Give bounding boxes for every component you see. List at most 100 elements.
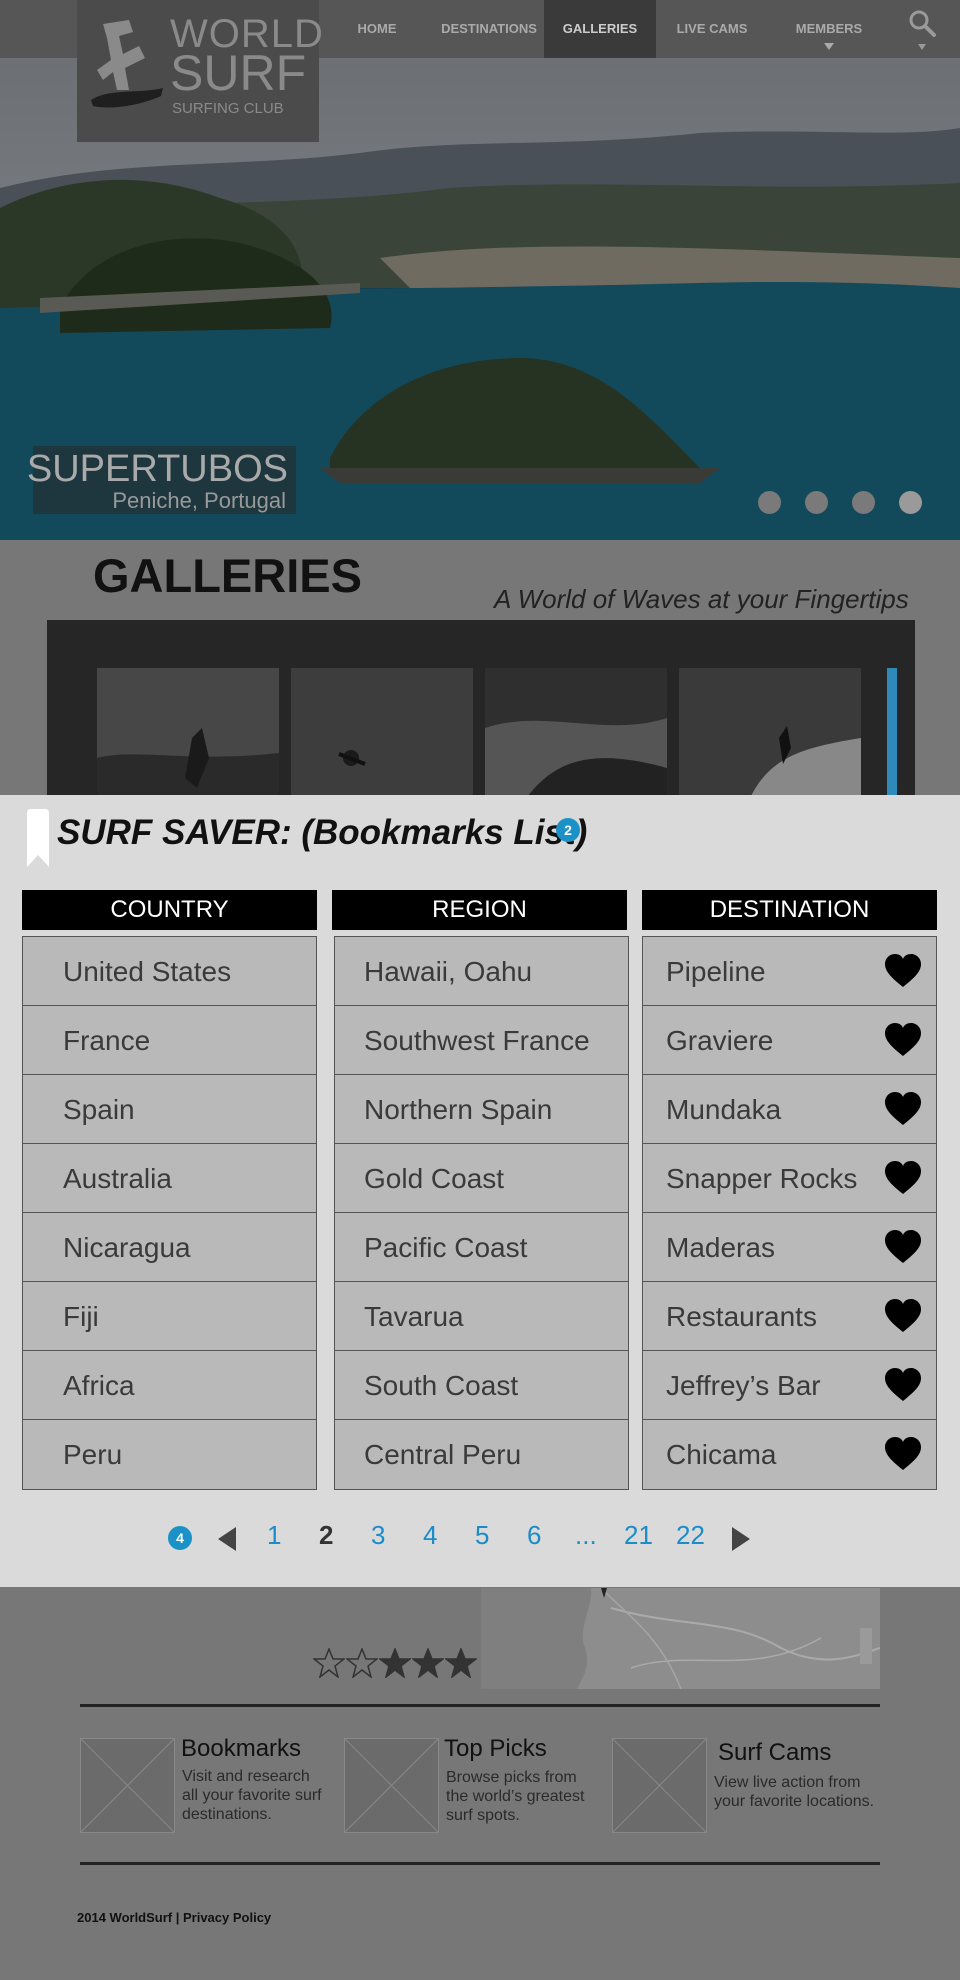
page-link[interactable]: 6 (527, 1520, 541, 1551)
country-item[interactable]: France (23, 1006, 316, 1075)
chevron-down-icon (824, 43, 834, 50)
star-icon[interactable] (313, 1648, 345, 1678)
gallery-photo-3 (485, 668, 667, 800)
nav-members-label: MEMBERS (795, 21, 863, 36)
destination-item[interactable]: Chicama (643, 1420, 936, 1489)
gallery-photo-1 (97, 668, 279, 800)
country-list: United States France Spain Australia Nic… (22, 936, 317, 1490)
country-item[interactable]: United States (23, 937, 316, 1006)
region-item[interactable]: Northern Spain (335, 1075, 628, 1144)
country-item[interactable]: Australia (23, 1144, 316, 1213)
destination-item[interactable]: Mundaka (643, 1075, 936, 1144)
nav-home[interactable]: HOME (343, 0, 411, 58)
heart-icon[interactable] (884, 1299, 922, 1333)
star-icon[interactable] (412, 1648, 444, 1678)
column-header-region: REGION (332, 890, 627, 930)
column-header-country: COUNTRY (22, 890, 317, 930)
region-item[interactable]: Gold Coast (335, 1144, 628, 1213)
next-arrow-icon[interactable] (730, 1526, 752, 1552)
column-header-destination: DESTINATION (642, 890, 937, 930)
destination-item[interactable]: Pipeline (643, 937, 936, 1006)
feature-image-top-picks[interactable] (344, 1738, 439, 1833)
feature-title-surf-cams[interactable]: Surf Cams (718, 1739, 831, 1767)
slide-dot-1[interactable] (758, 491, 781, 514)
gallery-scrollbar[interactable] (887, 668, 897, 798)
destination-item[interactable]: Jeffrey’s Bar (643, 1351, 936, 1420)
page-ellipsis: ... (575, 1520, 597, 1550)
heart-icon[interactable] (884, 1437, 922, 1471)
nav-live-cams[interactable]: LIVE CAMS (668, 0, 756, 58)
page-link[interactable]: 21 (624, 1520, 653, 1551)
heart-icon[interactable] (884, 954, 922, 988)
destination-label: Restaurants (666, 1301, 817, 1332)
heart-icon[interactable] (884, 1092, 922, 1126)
heart-icon[interactable] (884, 1161, 922, 1195)
page-link[interactable]: 1 (267, 1520, 281, 1551)
pagination-badge: 4 (168, 1526, 192, 1550)
destination-label: Graviere (666, 1025, 774, 1056)
page-link[interactable]: 3 (371, 1520, 385, 1551)
feature-image-bookmarks[interactable] (80, 1738, 175, 1833)
region-item[interactable]: Hawaii, Oahu (335, 937, 628, 1006)
star-icon[interactable] (346, 1648, 378, 1678)
site-logo[interactable]: WORLD SURF SURFING CLUB (77, 0, 323, 142)
page-link-current[interactable]: 2 (319, 1520, 333, 1551)
gallery-thumb-2[interactable] (291, 668, 473, 800)
heart-icon[interactable] (884, 1023, 922, 1057)
logo-word-surf: SURF (170, 45, 307, 101)
region-item[interactable]: South Coast (335, 1351, 628, 1420)
hero-title: SUPERTUBOS (26, 448, 288, 490)
country-item[interactable]: Africa (23, 1351, 316, 1420)
heart-icon[interactable] (884, 1230, 922, 1264)
region-list: Hawaii, Oahu Southwest France Northern S… (334, 936, 629, 1490)
prev-arrow-icon[interactable] (216, 1526, 238, 1552)
feature-desc-line: Browse picks from (446, 1769, 577, 1786)
star-icon[interactable] (445, 1648, 477, 1678)
destination-item[interactable]: Maderas (643, 1213, 936, 1282)
region-item[interactable]: Southwest France (335, 1006, 628, 1075)
location-map[interactable] (481, 1588, 880, 1689)
page-link[interactable]: 5 (475, 1520, 489, 1551)
destination-item[interactable]: Snapper Rocks (643, 1144, 936, 1213)
star-icon[interactable] (379, 1648, 411, 1678)
destination-label: Chicama (666, 1439, 777, 1470)
region-item[interactable]: Tavarua (335, 1282, 628, 1351)
country-item[interactable]: Spain (23, 1075, 316, 1144)
nav-destinations[interactable]: DESTINATIONS (431, 0, 547, 58)
bookmarks-title: SURF SAVER: (Bookmarks List) (57, 813, 588, 852)
destination-item[interactable]: Graviere (643, 1006, 936, 1075)
page-link[interactable]: 22 (676, 1520, 705, 1551)
footer-text[interactable]: 2014 WorldSurf | Privacy Policy (77, 1910, 271, 1925)
feature-title-top-picks[interactable]: Top Picks (444, 1735, 547, 1763)
feature-desc-line: Visit and research (182, 1768, 310, 1785)
galleries-subtitle: A World of Waves at your Fingertips (494, 584, 909, 614)
slide-dot-4[interactable] (899, 491, 922, 514)
region-item[interactable]: Central Peru (335, 1420, 628, 1489)
destination-label: Snapper Rocks (666, 1163, 858, 1194)
divider (80, 1862, 880, 1865)
search-button[interactable] (904, 6, 940, 54)
gallery-thumb-1[interactable] (97, 668, 279, 800)
feature-desc-surf-cams: View live action from your favorite loca… (714, 1773, 874, 1811)
nav-members[interactable]: MEMBERS (776, 0, 882, 58)
page-link[interactable]: 4 (423, 1520, 437, 1551)
heart-icon[interactable] (884, 1368, 922, 1402)
destination-item[interactable]: Restaurants (643, 1282, 936, 1351)
slide-dot-3[interactable] (852, 491, 875, 514)
gallery-thumb-3[interactable] (485, 668, 667, 800)
logo-tagline: SURFING CLUB (172, 100, 284, 117)
country-item[interactable]: Fiji (23, 1282, 316, 1351)
slide-dot-2[interactable] (805, 491, 828, 514)
feature-desc-line: surf spots. (446, 1807, 520, 1824)
divider (80, 1704, 880, 1707)
feature-image-surf-cams[interactable] (612, 1738, 707, 1833)
region-item[interactable]: Pacific Coast (335, 1213, 628, 1282)
gallery-thumb-4[interactable] (679, 668, 861, 800)
feature-desc-line: View live action from (714, 1774, 861, 1791)
destination-label: Pipeline (666, 956, 766, 987)
nav-galleries[interactable]: GALLERIES (544, 0, 656, 58)
country-item[interactable]: Peru (23, 1420, 316, 1489)
feature-title-bookmarks[interactable]: Bookmarks (181, 1735, 301, 1763)
country-item[interactable]: Nicaragua (23, 1213, 316, 1282)
feature-desc-line: all your favorite surf (182, 1787, 322, 1804)
